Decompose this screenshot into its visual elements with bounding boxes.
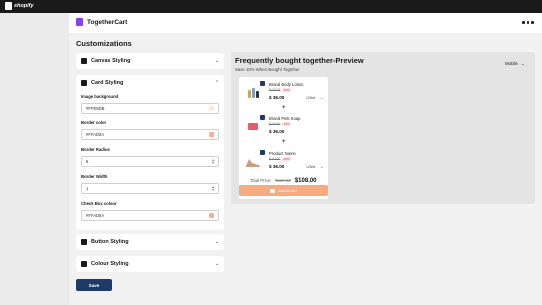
discount-tag: -10%	[282, 122, 291, 126]
product-old-price: $ 40.00	[269, 157, 281, 161]
lotion-product-image	[245, 84, 261, 100]
product-name: Product Name	[269, 151, 296, 156]
dot-icon	[522, 21, 525, 24]
product-checkbox[interactable]	[260, 115, 265, 120]
card-styling-header[interactable]: Card Styling ⌃	[76, 76, 224, 90]
checkbox-colour-swatch[interactable]	[209, 213, 214, 218]
app-icon	[76, 18, 83, 26]
app-title: TogetherCart	[76, 18, 127, 26]
product-price: $ 36.00	[269, 95, 285, 100]
left-navigation	[0, 13, 69, 305]
border-width-label: Border Width	[81, 174, 108, 179]
image-background-value: #FFE8DB	[86, 106, 105, 111]
chevron-down-icon: ⌄	[320, 165, 324, 169]
colour-styling-label: Colour Styling	[91, 261, 129, 267]
dot-icon	[526, 21, 529, 24]
checkbox-colour-value: #FFAD8A	[86, 213, 105, 218]
device-mode-select[interactable]: Mobile ⌄	[505, 61, 525, 67]
total-new-price: $108.00	[294, 178, 317, 184]
canvas-icon	[81, 58, 87, 64]
stepper-arrows-icon[interactable]: ▴ ▾	[212, 158, 214, 165]
add-to-cart-label: Add to cart	[278, 188, 297, 193]
chevron-down-icon: ⌄	[214, 239, 219, 245]
preview-subtitle: Save 10% When Bought Together	[235, 67, 300, 72]
product-old-price: $ 40.00	[269, 88, 281, 92]
product-price: $ 36.00	[269, 164, 285, 169]
cart-icon	[270, 188, 276, 193]
canvas-styling-label: Canvas Styling	[91, 58, 131, 64]
discount-tag: -10%	[282, 157, 291, 161]
checkbox-colour-field[interactable]: #FFAD8A	[81, 210, 219, 221]
button-styling-header[interactable]: Button Styling ⌄	[76, 235, 224, 249]
button-styling-label: Button Styling	[91, 239, 129, 245]
preview-title: Frequently bought together-Preview	[235, 56, 364, 65]
border-color-swatch[interactable]	[209, 132, 214, 137]
shopify-logo[interactable]: shopify	[5, 2, 34, 10]
plus-icon: +	[282, 105, 286, 111]
plus-icon: +	[282, 139, 286, 145]
total-old-price: $120.00	[275, 178, 291, 183]
card-styling-panel: Card Styling ⌃ Image background #FFE8DB …	[76, 75, 224, 230]
app-header	[69, 13, 542, 33]
canvas-styling-panel: Canvas Styling ⌄	[76, 53, 224, 69]
app-name: TogetherCart	[87, 18, 128, 26]
product-name: Brand Pink Soap	[269, 116, 301, 121]
page-title: Customizations	[76, 39, 132, 48]
shopify-topbar: shopify	[0, 0, 542, 13]
chevron-up-icon: ⌃	[214, 80, 219, 86]
chevron-down-icon: ⌄	[320, 96, 324, 100]
image-background-label: Image background	[81, 94, 119, 99]
variant-select[interactable]: 125ml	[306, 165, 315, 169]
border-width-value: 1	[86, 186, 89, 191]
more-actions-button[interactable]	[522, 21, 534, 24]
stepper-arrows-icon[interactable]: ▴ ▾	[212, 185, 214, 192]
total-price-label: Total Price:	[250, 178, 272, 183]
product-checkbox[interactable]	[260, 150, 265, 155]
variant-select[interactable]: 125ml	[306, 96, 315, 100]
shopify-bag-icon	[5, 2, 12, 10]
product-price: $ 36.00	[269, 129, 285, 134]
pointer-icon	[81, 239, 87, 245]
save-button[interactable]: Save	[76, 279, 112, 291]
colour-styling-panel: Colour Styling ⌄	[76, 256, 224, 272]
chevron-down-icon: ⌄	[520, 61, 525, 66]
colour-styling-header[interactable]: Colour Styling ⌄	[76, 257, 224, 271]
total-price: Total Price: $120.00 $108.00	[250, 178, 317, 184]
product-item: Brand Pink Soap $ 40.00 -10% $ 36.00	[239, 113, 328, 140]
image-background-field[interactable]: #FFE8DB	[81, 103, 219, 114]
discount-tag: -10%	[282, 88, 291, 92]
chevron-down-icon: ⌄	[214, 58, 219, 64]
border-width-stepper[interactable]: 1 ▴ ▾	[81, 183, 219, 194]
product-item: Product Name $ 40.00 -10% $ 36.00 125ml …	[239, 148, 328, 175]
card-styling-label: Card Styling	[91, 80, 124, 86]
checkbox-colour-label: Check Box colour	[81, 201, 117, 206]
dot-icon	[531, 21, 534, 24]
border-color-field[interactable]: #FFAD8A	[81, 129, 219, 140]
shopify-wordmark: shopify	[14, 3, 34, 9]
chevron-down-icon: ⌄	[214, 261, 219, 267]
product-item: Brand Body Lotion $ 40.00 -10% $ 36.00 1…	[239, 79, 328, 106]
product-name: Brand Body Lotion	[269, 82, 304, 87]
device-mode-value: Mobile	[505, 61, 518, 66]
image-background-swatch[interactable]	[209, 106, 214, 111]
border-color-label: Border color	[81, 120, 107, 125]
soap-product-image	[245, 118, 261, 134]
product-checkbox[interactable]	[260, 81, 265, 86]
border-color-value: #FFAD8A	[86, 132, 105, 137]
product-old-price: $ 40.00	[269, 122, 281, 126]
palette-icon	[81, 261, 87, 267]
shoe-product-image	[245, 153, 261, 169]
border-radius-label: Border Radius	[81, 147, 110, 152]
canvas-styling-header[interactable]: Canvas Styling ⌄	[76, 54, 224, 68]
card-icon	[81, 80, 87, 86]
button-styling-panel: Button Styling ⌄	[76, 234, 224, 250]
border-radius-value: 8	[86, 159, 89, 164]
border-radius-stepper[interactable]: 8 ▴ ▾	[81, 156, 219, 167]
add-to-cart-button[interactable]: Add to cart	[239, 185, 328, 196]
